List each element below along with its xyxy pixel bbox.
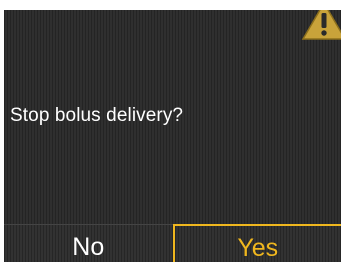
- no-button[interactable]: No: [4, 224, 173, 262]
- pump-screen: Stop bolus delivery? No Yes: [4, 10, 341, 262]
- yes-button[interactable]: Yes: [172, 224, 341, 262]
- warning-icon: [301, 10, 341, 40]
- confirmation-prompt: Stop bolus delivery?: [10, 105, 184, 126]
- softkey-bar: No Yes: [4, 224, 341, 262]
